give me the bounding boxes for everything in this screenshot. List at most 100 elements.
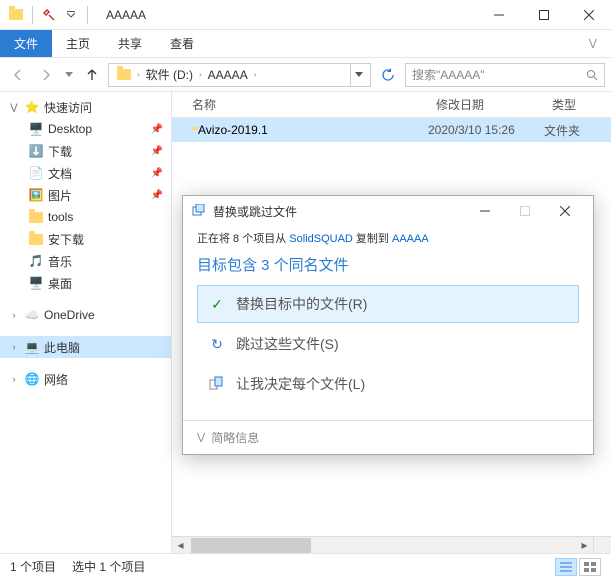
- chevron-right-icon[interactable]: ›: [199, 70, 202, 79]
- pin-icon: 📌: [151, 146, 163, 157]
- sidebar-item-label: 此电脑: [44, 339, 80, 356]
- sidebar-item-desktop[interactable]: 🖥️Desktop📌: [0, 118, 171, 140]
- details-view-button[interactable]: [555, 558, 577, 576]
- sidebar-item-anxiazai[interactable]: 安下载: [0, 228, 171, 250]
- pin-icon: 📌: [151, 168, 163, 179]
- sidebar-item-tools[interactable]: tools: [0, 206, 171, 228]
- scroll-right-icon[interactable]: ▸: [576, 537, 593, 554]
- chevron-right-icon[interactable]: ›: [137, 70, 140, 79]
- tab-file[interactable]: 文件: [0, 30, 52, 57]
- dialog-titlebar: 替换或跳过文件: [183, 196, 593, 226]
- sidebar-item-desktop2[interactable]: 🖥️桌面: [0, 272, 171, 294]
- column-header-date[interactable]: 修改日期: [428, 96, 544, 113]
- file-date: 2020/3/10 15:26: [428, 123, 544, 137]
- properties-icon[interactable]: [41, 7, 57, 23]
- chevron-down-icon: ⋁: [197, 432, 205, 443]
- minimize-button[interactable]: [476, 0, 521, 30]
- navigation-bar: › 软件 (D:) › AAAAA › 搜索"AAAAA": [0, 58, 611, 92]
- window-title: AAAAA: [98, 8, 476, 22]
- separator: [32, 6, 33, 24]
- icons-view-button[interactable]: [579, 558, 601, 576]
- expand-icon[interactable]: ›: [8, 310, 20, 320]
- dialog-heading: 目标包含 3 个同名文件: [197, 254, 579, 275]
- up-button[interactable]: [80, 63, 104, 87]
- option-compare[interactable]: 让我决定每个文件(L): [197, 365, 579, 403]
- back-button[interactable]: [6, 63, 30, 87]
- close-button[interactable]: [566, 0, 611, 30]
- dialog-footer[interactable]: ⋁ 简略信息: [183, 420, 593, 454]
- refresh-button[interactable]: [375, 63, 401, 87]
- folder-icon: [28, 209, 44, 225]
- desktop-icon: 🖥️: [28, 121, 44, 137]
- network-icon: 🌐: [24, 371, 40, 387]
- navigation-pane: ⋁ ⭐ 快速访问 🖥️Desktop📌 ⬇️下载📌 📄文档📌 🖼️图片📌 too…: [0, 92, 172, 553]
- status-bar: 1 个项目 选中 1 个项目: [0, 553, 611, 579]
- tab-share[interactable]: 共享: [104, 30, 156, 57]
- tab-view[interactable]: 查看: [156, 30, 208, 57]
- sidebar-item-network[interactable]: ›🌐网络: [0, 368, 171, 390]
- sidebar-item-label: Desktop: [48, 122, 92, 136]
- horizontal-scrollbar[interactable]: ◂ ▸: [172, 536, 593, 553]
- sidebar-item-label: OneDrive: [44, 308, 95, 322]
- expand-icon[interactable]: ›: [8, 374, 20, 384]
- dialog-source-text: 正在将 8 个项目从 SolidSQUAD 复制到 AAAAA: [197, 230, 579, 246]
- copy-icon: [191, 203, 207, 219]
- picture-icon: 🖼️: [28, 187, 44, 203]
- sidebar-item-this-pc[interactable]: ›💻此电脑: [0, 336, 171, 358]
- option-replace[interactable]: ✓ 替换目标中的文件(R): [197, 285, 579, 323]
- chevron-right-icon[interactable]: ›: [254, 70, 257, 79]
- expand-icon[interactable]: ⋁: [8, 102, 20, 113]
- file-type: 文件夹: [544, 122, 580, 139]
- breadcrumb[interactable]: AAAAA: [204, 68, 252, 82]
- dest-link[interactable]: AAAAA: [392, 233, 429, 245]
- star-icon: ⭐: [24, 99, 40, 115]
- dialog-body: 正在将 8 个项目从 SolidSQUAD 复制到 AAAAA 目标包含 3 个…: [183, 226, 593, 420]
- column-header-name[interactable]: 名称: [172, 96, 428, 113]
- scroll-left-icon[interactable]: ◂: [172, 537, 189, 554]
- option-skip[interactable]: ↻ 跳过这些文件(S): [197, 325, 579, 363]
- title-bar: AAAAA: [0, 0, 611, 30]
- dialog-close-button[interactable]: [545, 196, 585, 226]
- expand-icon[interactable]: ›: [8, 342, 20, 352]
- list-item[interactable]: Avizo-2019.1 2020/3/10 15:26 文件夹: [172, 118, 611, 142]
- drive-icon: [113, 69, 135, 80]
- skip-icon: ↻: [208, 335, 226, 353]
- window-controls: [476, 0, 611, 30]
- sidebar-item-music[interactable]: 🎵音乐: [0, 250, 171, 272]
- compare-icon: [208, 375, 226, 393]
- ribbon-expand-icon[interactable]: ⋁: [575, 30, 611, 57]
- scroll-thumb[interactable]: [191, 538, 311, 553]
- scrollbar-corner: [593, 536, 611, 553]
- tab-home[interactable]: 主页: [52, 30, 104, 57]
- recent-dropdown-icon[interactable]: [62, 63, 76, 87]
- qat-dropdown-icon[interactable]: [63, 7, 79, 23]
- dialog-maximize-button[interactable]: [505, 196, 545, 226]
- sidebar-item-label: 安下载: [48, 231, 84, 248]
- sidebar-item-downloads[interactable]: ⬇️下载📌: [0, 140, 171, 162]
- option-label: 让我决定每个文件(L): [236, 374, 365, 394]
- sidebar-item-pictures[interactable]: 🖼️图片📌: [0, 184, 171, 206]
- ribbon-tabs: 文件 主页 共享 查看 ⋁: [0, 30, 611, 58]
- details-toggle-label: 简略信息: [211, 429, 259, 446]
- maximize-button[interactable]: [521, 0, 566, 30]
- sidebar-item-label: 快速访问: [44, 99, 92, 116]
- folder-icon: [8, 7, 24, 23]
- address-dropdown-icon[interactable]: [350, 64, 366, 86]
- option-label: 跳过这些文件(S): [236, 334, 339, 354]
- sidebar-item-quick-access[interactable]: ⋁ ⭐ 快速访问: [0, 96, 171, 118]
- dialog-minimize-button[interactable]: [465, 196, 505, 226]
- status-selected-count: 选中 1 个项目: [72, 558, 145, 575]
- file-name: Avizo-2019.1: [198, 123, 268, 137]
- column-header-type[interactable]: 类型: [544, 96, 600, 113]
- source-link[interactable]: SolidSQUAD: [289, 233, 353, 245]
- forward-button[interactable]: [34, 63, 58, 87]
- address-bar[interactable]: › 软件 (D:) › AAAAA ›: [108, 63, 371, 87]
- search-input[interactable]: 搜索"AAAAA": [405, 63, 605, 87]
- separator: [87, 6, 88, 24]
- breadcrumb[interactable]: 软件 (D:): [142, 66, 197, 83]
- sidebar-item-onedrive[interactable]: ›☁️OneDrive: [0, 304, 171, 326]
- sidebar-item-label: 下载: [48, 143, 72, 160]
- sidebar-item-documents[interactable]: 📄文档📌: [0, 162, 171, 184]
- view-toggle-group: [555, 558, 601, 576]
- sidebar-item-label: 图片: [48, 187, 72, 204]
